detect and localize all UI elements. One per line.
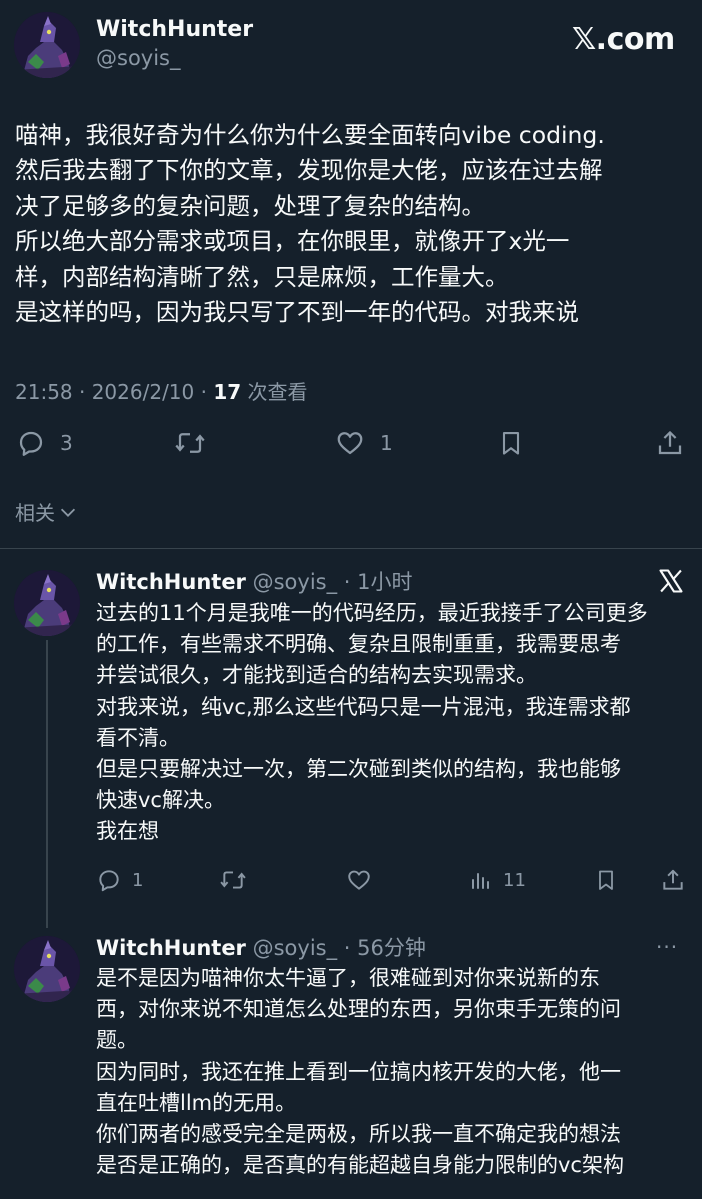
more-icon[interactable]: ··· xyxy=(656,935,678,959)
avatar-image xyxy=(14,936,80,1002)
post-text-line: 喵神，我很好奇为什么你为什么要全面转向vibe coding. xyxy=(15,121,605,149)
reply-header: WitchHunter @soyis_ · 1小时 xyxy=(96,566,413,596)
reply-text-line: 因为同时，我还在推上看到一位搞内核开发的大佬，他一 xyxy=(96,1059,621,1084)
like-button[interactable] xyxy=(345,867,373,893)
reply-text-line: 你们两者的感受完全是两极，所以我一直不确定我的想法 xyxy=(96,1122,621,1147)
reply-text-line: 但是只要解决过一次，第二次碰到类似的结构，我也能够 xyxy=(96,757,621,782)
post-text: 喵神，我很好奇为什么你为什么要全面转向vibe coding. 然后我去翻了下你… xyxy=(15,118,695,330)
post-text-line: 所以绝大部分需求或项目，在你眼里，就像开了x光一 xyxy=(15,227,570,256)
avatar-image xyxy=(14,570,80,636)
thread-line xyxy=(46,640,48,928)
post-text-line: 样，内部结构清晰了然，只是麻烦，工作量大。 xyxy=(15,262,509,291)
x-logo xyxy=(657,567,685,599)
reply-text-line: 的工作，有些需求不明确、复杂且限制重重，我需要思考 xyxy=(96,632,621,657)
avatar[interactable] xyxy=(14,570,80,636)
reply-text-line: 题。 xyxy=(96,1028,138,1053)
reply-text-line: 并尝试很久，才能找到适合的结构去实现需求。 xyxy=(96,663,537,688)
view-count: 11 xyxy=(503,869,526,891)
chevron-down-icon xyxy=(60,508,76,517)
reply-text-line: 西，对你来说不知道怎么处理的东西，另你束手无策的问 xyxy=(96,997,621,1022)
view-label: 次查看 xyxy=(241,380,308,404)
like-button[interactable]: 1 xyxy=(334,428,393,458)
post-timestamp[interactable]: 21:58 · 2026/2/10 · xyxy=(15,380,213,404)
avatar[interactable] xyxy=(14,12,80,78)
main-post: WitchHunter @soyis_ 𝕏.com 喵神，我很好奇为什么你为什么… xyxy=(0,0,702,548)
reply-text-line: 对我来说，纯vc,那么这些代码只是一片混沌，我连需求都 xyxy=(96,694,631,719)
reply-text-line: 是否是正确的，是否真的有能超越自身能力限制的vc架构 xyxy=(96,1153,624,1178)
like-count: 1 xyxy=(380,431,393,455)
author-name[interactable]: WitchHunter xyxy=(96,17,253,42)
reply-text: 是不是因为喵神你太牛逼了，很难碰到对你来说新的东 西，对你来说不知道怎么处理的东… xyxy=(96,963,696,1181)
divider xyxy=(0,548,702,549)
share-button[interactable] xyxy=(655,428,685,458)
author-handle[interactable]: @soyis_ xyxy=(253,936,338,960)
like-icon xyxy=(337,432,363,455)
post-text-line: 决了足够多的复杂问题，处理了复杂的结构。 xyxy=(15,191,485,220)
reply-text-line: 直在吐槽llm的无用。 xyxy=(96,1090,297,1115)
post-meta: 21:58 · 2026/2/10 · 17 次查看 xyxy=(15,376,308,405)
author-handle[interactable]: @soyis_ xyxy=(253,570,338,594)
related-label: 相关 xyxy=(15,501,55,525)
views-icon xyxy=(472,873,489,889)
reply-header: WitchHunter @soyis_ · 56分钟 xyxy=(96,932,426,962)
bookmark-icon xyxy=(502,432,520,455)
reply-time[interactable]: · 56分钟 xyxy=(337,936,426,960)
author-name[interactable]: WitchHunter xyxy=(96,570,246,594)
retweet-icon xyxy=(220,871,246,889)
reply-button[interactable]: 1 xyxy=(96,867,143,893)
like-icon xyxy=(348,870,370,890)
avatar-image xyxy=(14,12,80,78)
share-button[interactable] xyxy=(660,867,686,893)
x-logo: 𝕏.com xyxy=(572,22,675,57)
retweet-icon xyxy=(175,433,205,453)
reply-time[interactable]: · 1小时 xyxy=(337,570,413,594)
bookmark-icon xyxy=(599,870,613,890)
retweet-button[interactable] xyxy=(218,867,248,893)
bookmark-button[interactable] xyxy=(497,428,525,458)
reply-text-line: 过去的11个月是我唯一的代码经历，最近我接手了公司更多 xyxy=(96,601,648,625)
reply-button[interactable]: 3 xyxy=(16,428,73,458)
avatar[interactable] xyxy=(14,936,80,1002)
view-count: 17 xyxy=(213,380,242,404)
post-text-line: 然后我去翻了下你的文章，发现你是大佬，应该在过去解 xyxy=(15,156,603,185)
reply-text: 过去的11个月是我唯一的代码经历，最近我接手了公司更多 的工作，有些需求不明确、… xyxy=(96,598,696,848)
reply-text-line: 我在想 xyxy=(96,819,159,844)
related-toggle[interactable]: 相关 xyxy=(15,497,79,526)
reply-text-line: 看不清。 xyxy=(96,725,180,750)
reply-icon xyxy=(99,870,119,892)
reply-icon xyxy=(19,431,43,456)
reply-count: 1 xyxy=(132,869,144,891)
share-icon xyxy=(663,869,683,890)
views-button[interactable]: 11 xyxy=(469,867,526,893)
post-text-line: 是这样的吗，因为我只写了不到一年的代码。对我来说 xyxy=(15,298,579,327)
reply-text-line: 快速vc解决。 xyxy=(96,788,225,813)
bookmark-button[interactable] xyxy=(594,867,618,893)
reply-text-line: 是不是因为喵神你太牛逼了，很难碰到对你来说新的东 xyxy=(96,966,600,990)
retweet-button[interactable] xyxy=(173,428,207,458)
share-icon xyxy=(658,431,682,455)
author-name[interactable]: WitchHunter xyxy=(96,936,246,960)
author-handle[interactable]: @soyis_ xyxy=(96,46,181,70)
reply-count: 3 xyxy=(60,431,73,455)
